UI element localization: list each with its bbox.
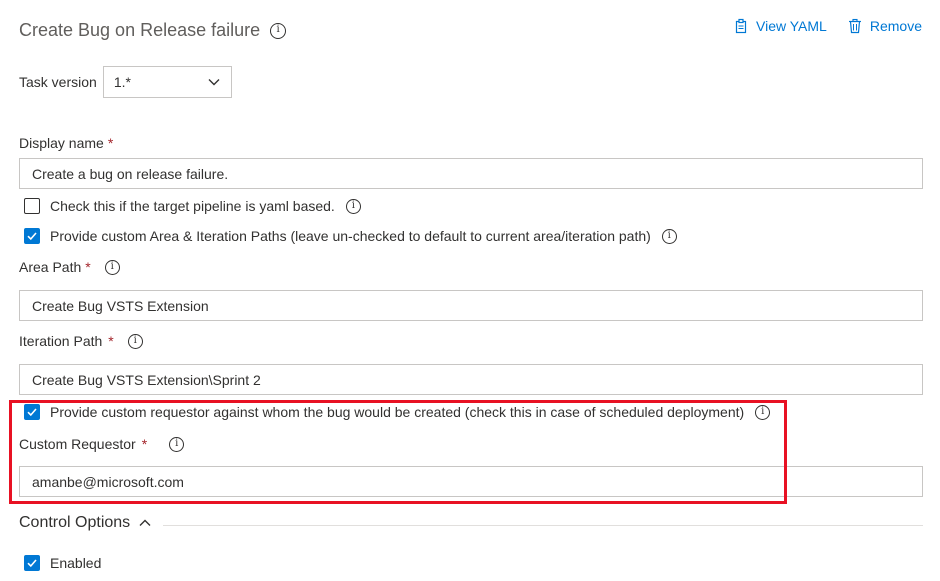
custom-requestor-checkbox-label: Provide custom requestor against whom th… bbox=[50, 404, 745, 420]
enabled-label: Enabled bbox=[50, 555, 102, 571]
custom-requestor-label: Custom Requestor * bbox=[19, 436, 185, 452]
header-actions: View YAML Remove bbox=[733, 18, 922, 34]
custom-paths-label: Provide custom Area & Iteration Paths (l… bbox=[50, 228, 651, 244]
display-name-label-text: Display name bbox=[19, 135, 104, 151]
custom-paths-checkbox-row[interactable]: Provide custom Area & Iteration Paths (l… bbox=[24, 228, 677, 244]
task-version-row: Task version 1.* bbox=[19, 66, 232, 98]
area-path-label-text: Area Path bbox=[19, 259, 82, 275]
page-title: Create Bug on Release failure bbox=[19, 20, 287, 41]
iteration-path-label-text: Iteration Path bbox=[19, 333, 103, 349]
task-version-select[interactable]: 1.* bbox=[102, 66, 232, 98]
info-icon[interactable] bbox=[755, 404, 771, 420]
iteration-path-label: Iteration Path * bbox=[19, 333, 143, 349]
chevron-up-icon bbox=[139, 519, 151, 526]
yaml-based-checkbox-row[interactable]: Check this if the target pipeline is yam… bbox=[24, 198, 361, 214]
view-yaml-label: View YAML bbox=[756, 18, 827, 34]
info-icon[interactable] bbox=[345, 198, 361, 214]
required-marker: * bbox=[85, 259, 91, 275]
remove-label: Remove bbox=[869, 18, 922, 34]
info-icon[interactable] bbox=[104, 259, 120, 275]
checkmark-icon bbox=[27, 559, 37, 568]
control-options-header[interactable]: Control Options bbox=[19, 514, 152, 532]
yaml-based-checkbox[interactable] bbox=[24, 198, 40, 214]
required-marker: * bbox=[108, 333, 114, 349]
display-name-input[interactable]: Create a bug on release failure. bbox=[19, 158, 923, 189]
display-name-label: Display name * bbox=[19, 135, 113, 151]
custom-requestor-input[interactable]: amanbe@microsoft.com bbox=[19, 466, 923, 497]
info-icon[interactable] bbox=[661, 228, 677, 244]
section-divider bbox=[163, 525, 923, 526]
area-path-input[interactable]: Create Bug VSTS Extension bbox=[19, 290, 923, 321]
required-marker: * bbox=[107, 135, 114, 151]
enabled-checkbox-row[interactable]: Enabled bbox=[24, 555, 101, 571]
custom-requestor-checkbox[interactable] bbox=[24, 404, 40, 420]
page-title-text: Create Bug on Release failure bbox=[19, 20, 261, 40]
chevron-down-icon bbox=[208, 79, 220, 86]
checkmark-icon bbox=[27, 232, 37, 241]
yaml-based-label: Check this if the target pipeline is yam… bbox=[50, 198, 335, 214]
info-icon[interactable] bbox=[127, 333, 143, 349]
custom-paths-checkbox[interactable] bbox=[24, 228, 40, 244]
task-version-value: 1.* bbox=[113, 74, 131, 90]
custom-requestor-checkbox-row[interactable]: Provide custom requestor against whom th… bbox=[24, 404, 771, 420]
enabled-checkbox[interactable] bbox=[24, 555, 40, 571]
remove-button[interactable]: Remove bbox=[847, 18, 922, 34]
view-yaml-button[interactable]: View YAML bbox=[733, 18, 827, 34]
info-icon[interactable] bbox=[270, 22, 287, 39]
custom-requestor-label-text: Custom Requestor bbox=[19, 436, 136, 452]
required-marker: * bbox=[141, 436, 148, 452]
task-version-label: Task version bbox=[19, 74, 97, 90]
trash-icon bbox=[848, 18, 861, 34]
area-path-label: Area Path * bbox=[19, 259, 120, 275]
checkmark-icon bbox=[27, 408, 37, 417]
control-options-label: Control Options bbox=[19, 514, 131, 531]
clipboard-icon bbox=[735, 18, 747, 34]
info-icon[interactable] bbox=[169, 436, 185, 452]
iteration-path-input[interactable]: Create Bug VSTS Extension\Sprint 2 bbox=[19, 364, 923, 395]
